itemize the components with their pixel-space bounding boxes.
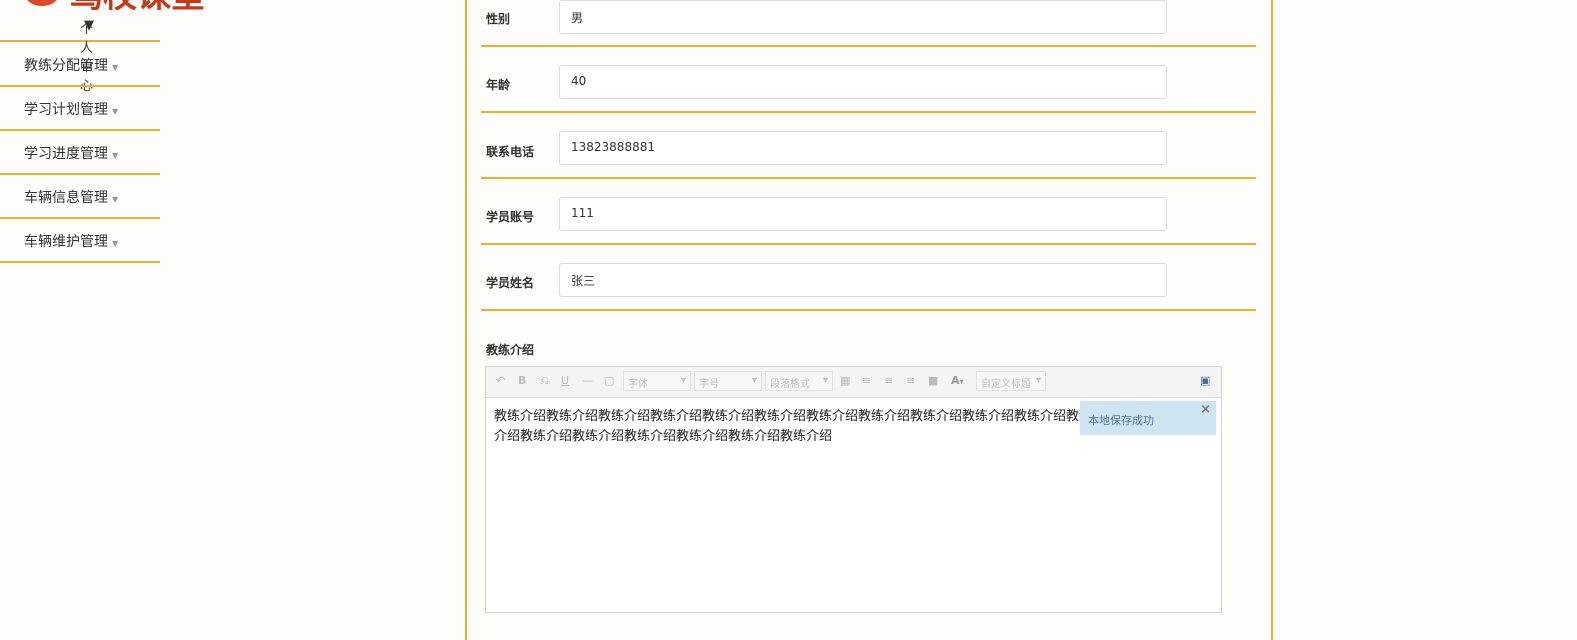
sidebar-item-label: 教练分配管理 (24, 58, 108, 74)
sidebar-item-vehicle-info[interactable]: 车辆信息管理 ▼ (0, 174, 160, 219)
undo-icon[interactable]: ↶ (496, 374, 505, 387)
chevron-down-icon: ▼ (112, 151, 119, 160)
underline-button[interactable]: U (561, 374, 569, 387)
chevron-down-icon: ▼ (112, 63, 119, 72)
coach-intro-label: 教练介绍 (486, 343, 535, 357)
sidebar-item-label: 学习计划管理 (24, 102, 108, 118)
font-size-select[interactable]: 字号 ▾ (694, 371, 762, 391)
format-painter-icon[interactable]: ⎌ (540, 374, 549, 388)
gender-label: 性别 (486, 12, 511, 26)
sidebar-item-vehicle-maintenance[interactable]: 车辆维护管理 ▼ (0, 218, 160, 263)
custom-title-select[interactable]: 自定义标题 ▾ (976, 371, 1046, 391)
student-account-label: 学员账号 (486, 210, 535, 224)
toast-message: 本地保存成功 (1088, 414, 1154, 427)
chevron-down-icon: ▼ (112, 239, 119, 248)
sidebar-item-study-plan[interactable]: 学习计划管理 ▼ (0, 86, 160, 131)
form-row-student-name: 学员姓名 张三 (481, 243, 1256, 311)
editor-toolbar: ↶ B ⎌ U — ▢ 字体 ▾ 字号 ▾ 段落格式 ▾ ▦ ≡ ≡ ≡ ■ A▾ 自… (486, 367, 1221, 398)
paragraph-format-select[interactable]: 段落格式 ▾ (765, 371, 833, 391)
gender-field[interactable]: 男 (559, 0, 1167, 34)
horizontal-rule-button[interactable]: — (582, 374, 593, 387)
form-row-gender: 性别 男 (481, 0, 1256, 47)
form-row-phone: 联系电话 13823888881 (481, 111, 1256, 179)
sidebar-item-coach-assignment[interactable]: 教练分配管理 ▼ (0, 42, 160, 87)
chevron-down-icon: ▼ (112, 107, 119, 116)
student-account-field[interactable]: 111 (559, 197, 1167, 231)
save-toast: 本地保存成功 × (1080, 401, 1216, 435)
sidebar-item-label: 学习进度管理 (24, 146, 108, 162)
chevron-down-icon: ▼ (112, 195, 119, 204)
rich-text-editor[interactable]: ↶ B ⎌ U — ▢ 字体 ▾ 字号 ▾ 段落格式 ▾ ▦ ≡ ≡ ≡ ■ A▾ 自… (485, 366, 1222, 613)
fullscreen-icon[interactable]: ▣ (1200, 374, 1210, 387)
justify-icon[interactable]: ■ (928, 374, 938, 387)
bold-button[interactable]: B (518, 374, 526, 387)
age-field[interactable]: 40 (559, 65, 1167, 99)
form-row-student-account: 学员账号 111 (481, 177, 1256, 245)
age-label: 年龄 (486, 78, 511, 92)
sidebar-item-label: 车辆信息管理 (24, 190, 108, 206)
sidebar-item-label: 车辆维护管理 (24, 234, 108, 250)
phone-label: 联系电话 (486, 145, 535, 159)
editor-content[interactable]: 教练介绍教练介绍教练介绍教练介绍教练介绍教练介绍教练介绍教练介绍教练介绍教练介绍… (494, 407, 1094, 447)
table-icon[interactable]: ▦ (840, 374, 850, 387)
student-name-label: 学员姓名 (486, 276, 535, 290)
form-row-age: 年龄 40 (481, 45, 1256, 113)
student-name-field[interactable]: 张三 (559, 263, 1167, 297)
chevron-down-icon: ▼ (84, 18, 94, 33)
align-left-icon[interactable]: ≡ (862, 374, 871, 387)
font-color-button[interactable]: A▾ (951, 374, 964, 387)
align-center-icon[interactable]: ≡ (906, 374, 915, 387)
phone-field[interactable]: 13823888881 (559, 131, 1167, 165)
font-family-select[interactable]: 字体 ▾ (623, 371, 691, 391)
sidebar-item-personal-center[interactable]: 个人中心 ▼ (0, 0, 160, 94)
paste-icon[interactable]: ▢ (604, 374, 614, 387)
align-right-icon[interactable]: ≡ (884, 374, 893, 387)
close-icon[interactable]: × (1200, 402, 1211, 417)
sidebar-item-study-progress[interactable]: 学习进度管理 ▼ (0, 130, 160, 175)
